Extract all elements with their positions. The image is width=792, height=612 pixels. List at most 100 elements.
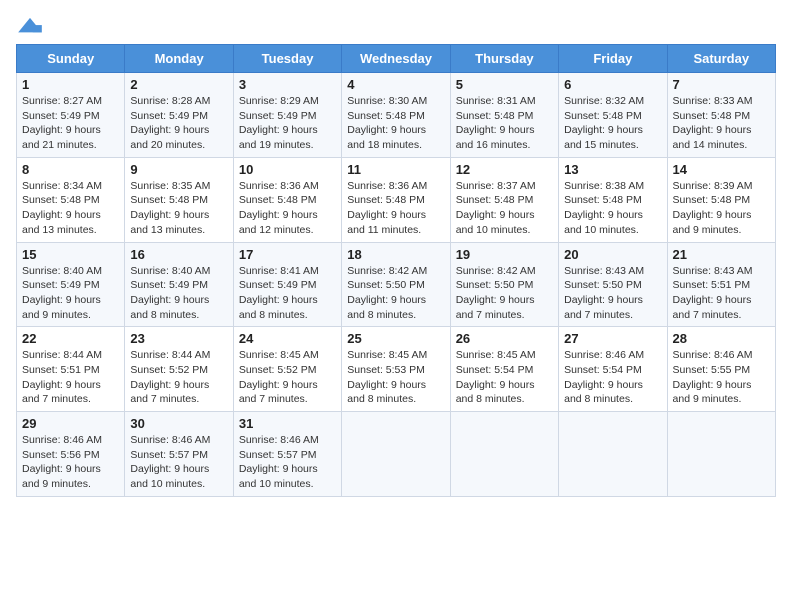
day-number: 18 [347, 247, 444, 262]
table-row: 3 Sunrise: 8:29 AMSunset: 5:49 PMDayligh… [233, 73, 341, 158]
day-number: 16 [130, 247, 227, 262]
day-number: 23 [130, 331, 227, 346]
day-info: Sunrise: 8:40 AMSunset: 5:49 PMDaylight:… [130, 265, 210, 321]
calendar-week-row: 1 Sunrise: 8:27 AMSunset: 5:49 PMDayligh… [17, 73, 776, 158]
col-sunday: Sunday [17, 45, 125, 73]
day-info: Sunrise: 8:30 AMSunset: 5:48 PMDaylight:… [347, 95, 427, 151]
day-number: 20 [564, 247, 661, 262]
table-row: 5 Sunrise: 8:31 AMSunset: 5:48 PMDayligh… [450, 73, 558, 158]
table-row: 24 Sunrise: 8:45 AMSunset: 5:52 PMDaylig… [233, 327, 341, 412]
day-number: 9 [130, 162, 227, 177]
day-info: Sunrise: 8:46 AMSunset: 5:57 PMDaylight:… [239, 434, 319, 490]
table-row: 11 Sunrise: 8:36 AMSunset: 5:48 PMDaylig… [342, 157, 450, 242]
day-info: Sunrise: 8:31 AMSunset: 5:48 PMDaylight:… [456, 95, 536, 151]
table-row [450, 412, 558, 497]
day-number: 14 [673, 162, 770, 177]
day-info: Sunrise: 8:27 AMSunset: 5:49 PMDaylight:… [22, 95, 102, 151]
day-info: Sunrise: 8:46 AMSunset: 5:54 PMDaylight:… [564, 349, 644, 405]
table-row: 26 Sunrise: 8:45 AMSunset: 5:54 PMDaylig… [450, 327, 558, 412]
day-info: Sunrise: 8:40 AMSunset: 5:49 PMDaylight:… [22, 265, 102, 321]
day-number: 8 [22, 162, 119, 177]
col-wednesday: Wednesday [342, 45, 450, 73]
calendar-week-row: 22 Sunrise: 8:44 AMSunset: 5:51 PMDaylig… [17, 327, 776, 412]
calendar-week-row: 29 Sunrise: 8:46 AMSunset: 5:56 PMDaylig… [17, 412, 776, 497]
page-header [16, 16, 776, 36]
day-number: 12 [456, 162, 553, 177]
day-info: Sunrise: 8:33 AMSunset: 5:48 PMDaylight:… [673, 95, 753, 151]
col-saturday: Saturday [667, 45, 775, 73]
table-row: 21 Sunrise: 8:43 AMSunset: 5:51 PMDaylig… [667, 242, 775, 327]
table-row: 1 Sunrise: 8:27 AMSunset: 5:49 PMDayligh… [17, 73, 125, 158]
day-number: 31 [239, 416, 336, 431]
day-info: Sunrise: 8:32 AMSunset: 5:48 PMDaylight:… [564, 95, 644, 151]
day-number: 28 [673, 331, 770, 346]
day-number: 22 [22, 331, 119, 346]
table-row: 10 Sunrise: 8:36 AMSunset: 5:48 PMDaylig… [233, 157, 341, 242]
day-number: 6 [564, 77, 661, 92]
table-row: 18 Sunrise: 8:42 AMSunset: 5:50 PMDaylig… [342, 242, 450, 327]
day-number: 21 [673, 247, 770, 262]
table-row: 12 Sunrise: 8:37 AMSunset: 5:48 PMDaylig… [450, 157, 558, 242]
table-row: 22 Sunrise: 8:44 AMSunset: 5:51 PMDaylig… [17, 327, 125, 412]
day-number: 7 [673, 77, 770, 92]
day-info: Sunrise: 8:42 AMSunset: 5:50 PMDaylight:… [456, 265, 536, 321]
table-row: 20 Sunrise: 8:43 AMSunset: 5:50 PMDaylig… [559, 242, 667, 327]
table-row: 8 Sunrise: 8:34 AMSunset: 5:48 PMDayligh… [17, 157, 125, 242]
table-row: 9 Sunrise: 8:35 AMSunset: 5:48 PMDayligh… [125, 157, 233, 242]
logo [16, 16, 46, 36]
table-row: 27 Sunrise: 8:46 AMSunset: 5:54 PMDaylig… [559, 327, 667, 412]
day-info: Sunrise: 8:36 AMSunset: 5:48 PMDaylight:… [239, 180, 319, 236]
col-tuesday: Tuesday [233, 45, 341, 73]
table-row: 14 Sunrise: 8:39 AMSunset: 5:48 PMDaylig… [667, 157, 775, 242]
day-number: 25 [347, 331, 444, 346]
day-info: Sunrise: 8:43 AMSunset: 5:51 PMDaylight:… [673, 265, 753, 321]
calendar-table: Sunday Monday Tuesday Wednesday Thursday… [16, 44, 776, 497]
day-number: 26 [456, 331, 553, 346]
day-info: Sunrise: 8:45 AMSunset: 5:52 PMDaylight:… [239, 349, 319, 405]
table-row: 29 Sunrise: 8:46 AMSunset: 5:56 PMDaylig… [17, 412, 125, 497]
day-number: 3 [239, 77, 336, 92]
day-info: Sunrise: 8:46 AMSunset: 5:55 PMDaylight:… [673, 349, 753, 405]
day-info: Sunrise: 8:29 AMSunset: 5:49 PMDaylight:… [239, 95, 319, 151]
day-number: 17 [239, 247, 336, 262]
day-info: Sunrise: 8:39 AMSunset: 5:48 PMDaylight:… [673, 180, 753, 236]
day-info: Sunrise: 8:34 AMSunset: 5:48 PMDaylight:… [22, 180, 102, 236]
day-info: Sunrise: 8:45 AMSunset: 5:53 PMDaylight:… [347, 349, 427, 405]
table-row: 16 Sunrise: 8:40 AMSunset: 5:49 PMDaylig… [125, 242, 233, 327]
day-info: Sunrise: 8:28 AMSunset: 5:49 PMDaylight:… [130, 95, 210, 151]
day-number: 15 [22, 247, 119, 262]
col-friday: Friday [559, 45, 667, 73]
day-info: Sunrise: 8:42 AMSunset: 5:50 PMDaylight:… [347, 265, 427, 321]
day-number: 1 [22, 77, 119, 92]
day-info: Sunrise: 8:44 AMSunset: 5:52 PMDaylight:… [130, 349, 210, 405]
day-info: Sunrise: 8:45 AMSunset: 5:54 PMDaylight:… [456, 349, 536, 405]
day-number: 11 [347, 162, 444, 177]
day-info: Sunrise: 8:35 AMSunset: 5:48 PMDaylight:… [130, 180, 210, 236]
table-row: 19 Sunrise: 8:42 AMSunset: 5:50 PMDaylig… [450, 242, 558, 327]
day-number: 2 [130, 77, 227, 92]
calendar-header-row: Sunday Monday Tuesday Wednesday Thursday… [17, 45, 776, 73]
day-info: Sunrise: 8:46 AMSunset: 5:56 PMDaylight:… [22, 434, 102, 490]
day-number: 19 [456, 247, 553, 262]
day-info: Sunrise: 8:38 AMSunset: 5:48 PMDaylight:… [564, 180, 644, 236]
day-number: 13 [564, 162, 661, 177]
table-row: 17 Sunrise: 8:41 AMSunset: 5:49 PMDaylig… [233, 242, 341, 327]
day-info: Sunrise: 8:44 AMSunset: 5:51 PMDaylight:… [22, 349, 102, 405]
day-number: 4 [347, 77, 444, 92]
table-row: 28 Sunrise: 8:46 AMSunset: 5:55 PMDaylig… [667, 327, 775, 412]
table-row: 4 Sunrise: 8:30 AMSunset: 5:48 PMDayligh… [342, 73, 450, 158]
day-number: 10 [239, 162, 336, 177]
table-row: 23 Sunrise: 8:44 AMSunset: 5:52 PMDaylig… [125, 327, 233, 412]
day-number: 27 [564, 331, 661, 346]
calendar-week-row: 8 Sunrise: 8:34 AMSunset: 5:48 PMDayligh… [17, 157, 776, 242]
day-info: Sunrise: 8:41 AMSunset: 5:49 PMDaylight:… [239, 265, 319, 321]
table-row: 6 Sunrise: 8:32 AMSunset: 5:48 PMDayligh… [559, 73, 667, 158]
table-row [342, 412, 450, 497]
day-info: Sunrise: 8:46 AMSunset: 5:57 PMDaylight:… [130, 434, 210, 490]
col-monday: Monday [125, 45, 233, 73]
day-info: Sunrise: 8:36 AMSunset: 5:48 PMDaylight:… [347, 180, 427, 236]
day-number: 30 [130, 416, 227, 431]
calendar-week-row: 15 Sunrise: 8:40 AMSunset: 5:49 PMDaylig… [17, 242, 776, 327]
table-row: 7 Sunrise: 8:33 AMSunset: 5:48 PMDayligh… [667, 73, 775, 158]
logo-icon [16, 16, 44, 36]
